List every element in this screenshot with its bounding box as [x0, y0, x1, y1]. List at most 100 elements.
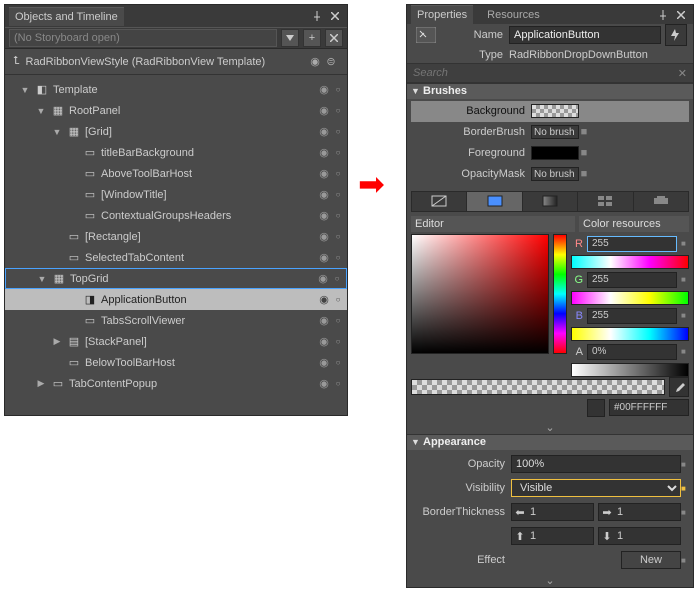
expand-icon[interactable]: ▶	[51, 336, 63, 347]
expand-more-icon[interactable]: ⌄	[407, 421, 693, 434]
thickness-bottom-input[interactable]: ⬇1	[598, 527, 681, 545]
storyboard-dropdown-icon[interactable]	[281, 29, 299, 47]
r-gradient[interactable]	[571, 255, 689, 269]
tile-brush-tab[interactable]	[578, 192, 633, 211]
thickness-top-input[interactable]: ⬆1	[511, 527, 594, 545]
visibility-toggle-icon[interactable]: ◉	[315, 125, 333, 138]
visibility-toggle-icon[interactable]: ◉	[315, 335, 333, 348]
tree-item-applicationbutton[interactable]: ◨ApplicationButton◉○	[5, 289, 347, 310]
storyboard-add-button[interactable]: +	[303, 29, 321, 47]
tree-item-belowtoolbarhost[interactable]: ▭BelowToolBarHost◉○	[5, 352, 347, 373]
lock-toggle-icon[interactable]: ○	[333, 337, 343, 346]
tab-resources[interactable]: Resources	[481, 6, 546, 24]
visibility-header-icon[interactable]: ◉	[307, 55, 323, 68]
lock-toggle-icon[interactable]: ○	[333, 253, 343, 262]
lock-toggle-icon[interactable]: ○	[333, 127, 343, 136]
gradient-brush-tab[interactable]	[523, 192, 578, 211]
brush-opacitymask[interactable]: OpacityMaskNo brush■	[411, 164, 689, 185]
opacity-input[interactable]	[511, 455, 681, 473]
tree-item-titlebarbackground[interactable]: ▭titleBarBackground◉○	[5, 142, 347, 163]
pin-icon[interactable]	[655, 7, 671, 23]
color-resources-label[interactable]: Color resources	[579, 216, 689, 232]
tree-item-tabcontentpopup[interactable]: ▶▭TabContentPopup◉○	[5, 373, 347, 394]
visibility-toggle-icon[interactable]: ◉	[315, 209, 333, 222]
visibility-toggle-icon[interactable]: ◉	[315, 377, 333, 390]
lock-toggle-icon[interactable]: ○	[333, 316, 343, 325]
brush-background[interactable]: Background■	[411, 101, 689, 122]
visibility-toggle-icon[interactable]: ◉	[314, 272, 332, 285]
brush-borderbrush[interactable]: BorderBrushNo brush■	[411, 122, 689, 143]
tree-item-stackpanel[interactable]: ▶▤[StackPanel]◉○	[5, 331, 347, 352]
section-brushes[interactable]: ▼ Brushes	[407, 83, 693, 99]
no-brush-tab[interactable]	[412, 192, 467, 211]
resource-brush-tab[interactable]	[634, 192, 688, 211]
hue-slider[interactable]	[553, 234, 567, 354]
lock-header-icon[interactable]: ⊜	[323, 55, 339, 68]
lock-toggle-icon[interactable]: ○	[333, 211, 343, 220]
expand-icon[interactable]: ▶	[35, 378, 47, 389]
tree-item-tabsscrollviewer[interactable]: ▭TabsScrollViewer◉○	[5, 310, 347, 331]
thickness-left-input[interactable]: ⬅1	[511, 503, 594, 521]
events-toggle-button[interactable]	[665, 24, 687, 46]
visibility-toggle-icon[interactable]: ◉	[315, 167, 333, 180]
tree-item-abovetoolbarhost[interactable]: ▭AboveToolBarHost◉○	[5, 163, 347, 184]
g-gradient[interactable]	[571, 291, 689, 305]
visibility-toggle-icon[interactable]: ◉	[315, 188, 333, 201]
search-input[interactable]	[413, 67, 678, 79]
name-input[interactable]	[509, 26, 661, 44]
expand-more-icon[interactable]: ⌄	[407, 574, 693, 587]
tree-item-selectedtabcontent[interactable]: ▭SelectedTabContent◉○	[5, 247, 347, 268]
expand-icon[interactable]: ▼	[51, 127, 63, 137]
lock-toggle-icon[interactable]: ○	[332, 274, 342, 283]
expand-icon[interactable]: ▼	[36, 274, 48, 284]
b-gradient[interactable]	[571, 327, 689, 341]
visibility-toggle-icon[interactable]: ◉	[315, 83, 333, 96]
lock-toggle-icon[interactable]: ○	[333, 232, 343, 241]
tree-item-rectangle[interactable]: ▭[Rectangle]◉○	[5, 226, 347, 247]
b-input[interactable]: 255	[587, 308, 677, 324]
visibility-select[interactable]: Visible	[511, 479, 681, 497]
tree-item-topgrid[interactable]: ▼▦TopGrid◉○	[5, 268, 347, 289]
lock-toggle-icon[interactable]: ○	[333, 379, 343, 388]
visibility-toggle-icon[interactable]: ◉	[315, 104, 333, 117]
lock-toggle-icon[interactable]: ○	[333, 190, 343, 199]
tree-item-windowtitle[interactable]: ▭[WindowTitle]◉○	[5, 184, 347, 205]
tree-item-template[interactable]: ▼◧Template◉○	[5, 79, 347, 100]
visibility-toggle-icon[interactable]: ◉	[315, 314, 333, 327]
visibility-toggle-icon[interactable]: ◉	[315, 356, 333, 369]
lock-toggle-icon[interactable]: ○	[333, 85, 343, 94]
visibility-toggle-icon[interactable]: ◉	[315, 230, 333, 243]
color-sv-picker[interactable]	[411, 234, 549, 354]
hex-input[interactable]: #00FFFFFF	[609, 399, 689, 416]
lock-toggle-icon[interactable]: ○	[333, 169, 343, 178]
lock-toggle-icon[interactable]: ○	[333, 358, 343, 367]
a-input[interactable]: 0%	[587, 344, 677, 360]
brush-foreground[interactable]: Foreground■	[411, 143, 689, 164]
clear-search-icon[interactable]: ✕	[678, 67, 687, 80]
lock-toggle-icon[interactable]: ○	[333, 295, 343, 304]
g-input[interactable]: 255	[587, 272, 677, 288]
tab-properties[interactable]: Properties	[411, 5, 473, 24]
lock-toggle-icon[interactable]: ○	[333, 106, 343, 115]
panel-tab[interactable]: Objects and Timeline	[9, 7, 124, 26]
new-effect-button[interactable]: New	[621, 551, 681, 569]
solid-brush-tab[interactable]	[467, 192, 522, 211]
visibility-toggle-icon[interactable]: ◉	[315, 251, 333, 264]
close-icon[interactable]	[327, 8, 343, 24]
visibility-toggle-icon[interactable]: ◉	[315, 293, 333, 306]
lock-toggle-icon[interactable]: ○	[333, 148, 343, 157]
visibility-toggle-icon[interactable]: ◉	[315, 146, 333, 159]
scope-up-icon[interactable]: ⮤	[13, 55, 20, 68]
eyedropper-button[interactable]	[669, 377, 689, 397]
thickness-right-input[interactable]: ➡1	[598, 503, 681, 521]
close-icon[interactable]	[673, 7, 689, 23]
pin-icon[interactable]	[309, 8, 325, 24]
tree-item-grid[interactable]: ▼▦[Grid]◉○	[5, 121, 347, 142]
r-input[interactable]: 255	[587, 236, 677, 252]
tree-item-rootpanel[interactable]: ▼▦RootPanel◉○	[5, 100, 347, 121]
storyboard-close-button[interactable]	[325, 29, 343, 47]
a-gradient[interactable]	[571, 363, 689, 377]
expand-icon[interactable]: ▼	[19, 85, 31, 95]
section-appearance[interactable]: ▼ Appearance	[407, 434, 693, 450]
expand-icon[interactable]: ▼	[35, 106, 47, 116]
